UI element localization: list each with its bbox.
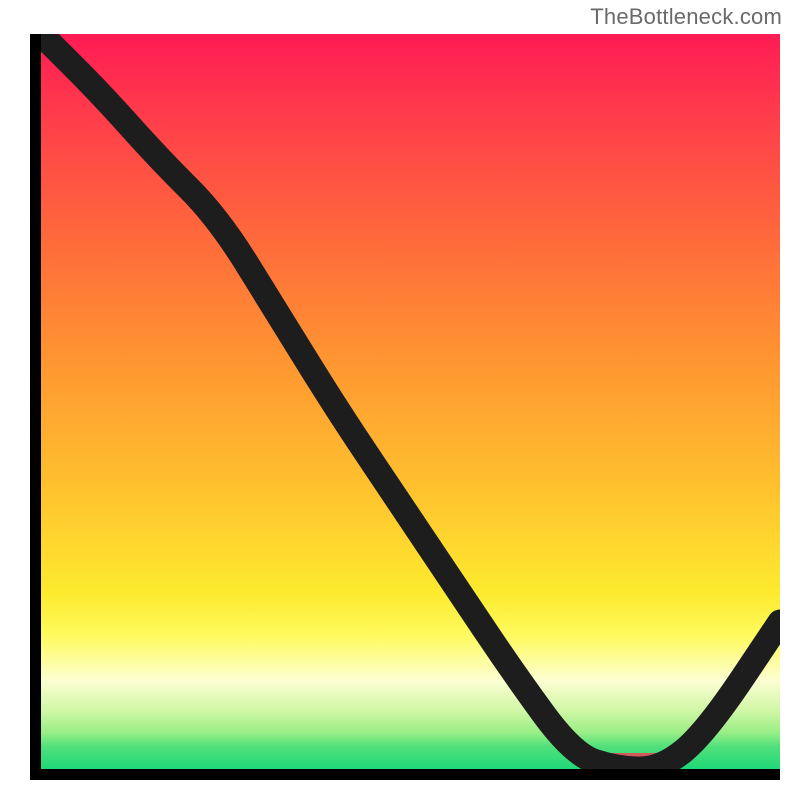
chart-axes-frame — [30, 34, 780, 780]
bottleneck-curve — [41, 34, 780, 769]
plot-area — [41, 34, 780, 769]
curve-overlay — [41, 34, 780, 769]
watermark-text: TheBottleneck.com — [590, 4, 782, 30]
